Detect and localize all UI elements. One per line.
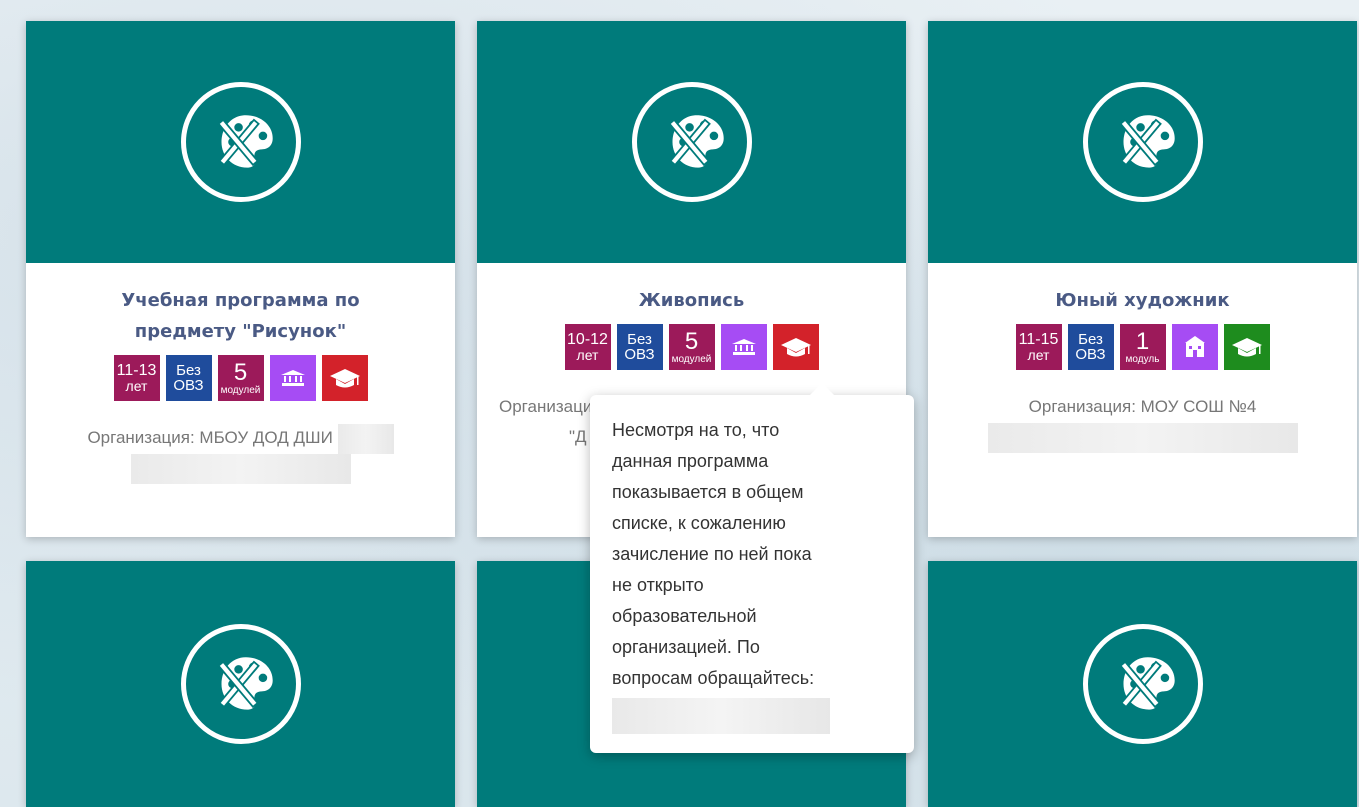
program-title[interactable]: Юный художник [948,285,1337,316]
tooltip-line: не открыто [612,575,704,595]
age-badge[interactable]: 11-13 лет [113,355,160,401]
tooltip-line: показывается в общем [612,482,804,502]
age-unit: лет [125,378,148,394]
age-range: 10-12 [567,331,608,348]
organization-line2: "Д [569,427,587,446]
ovz-line1: Без [176,362,201,379]
program-title-line: Живопись [638,290,745,311]
redacted-contact [612,698,830,734]
program-title[interactable]: Живопись [497,285,886,316]
ovz-badge[interactable]: Без ОВЗ [165,355,212,401]
institution-icon[interactable] [269,355,316,401]
program-card[interactable] [26,561,455,807]
organization-label: Организация: МБОУ ДОД ДШИ [87,428,333,447]
palette-brush-icon [631,82,752,202]
modules-label: модулей [671,353,712,365]
age-badge[interactable]: 11-15 лет [1015,324,1062,370]
modules-badge[interactable]: 1 модуль [1119,324,1166,370]
graduation-cap-icon[interactable] [1223,324,1270,370]
enrollment-closed-tooltip: Несмотря на то, что данная программа пок… [590,383,914,753]
organization-text: Организация: МОУ СОШ №4 [948,392,1337,453]
redacted-text [130,454,351,485]
ovz-line2: ОВЗ [1075,346,1106,363]
tooltip-line: зачисление по ней пока [612,544,812,564]
palette-brush-icon [1082,624,1203,744]
program-title-line: Юный художник [1055,290,1230,311]
tooltip-line: списке, к сожалению [612,513,786,533]
program-card[interactable]: Юный художник 11-15 лет Без ОВЗ 1 модуль [928,21,1357,537]
card-image[interactable] [26,561,455,807]
ovz-line1: Без [627,331,652,348]
badge-row: 11-15 лет Без ОВЗ 1 модуль [948,324,1337,370]
program-title-line: предмету "Рисунок" [134,321,347,342]
card-image[interactable] [928,21,1357,263]
ovz-badge[interactable]: Без ОВЗ [1067,324,1114,370]
organization-label: Организация [499,397,602,416]
card-image[interactable] [477,21,906,263]
age-unit: лет [576,347,599,363]
organization-label: Организация: МОУ СОШ №4 [1028,397,1257,416]
organization-text: Организация: МБОУ ДОД ДШИ [46,423,435,485]
badge-row: 11-13 лет Без ОВЗ 5 модулей [46,355,435,401]
program-card[interactable] [928,561,1357,807]
tooltip-line: данная программа [612,451,769,471]
program-card[interactable]: Учебная программа по предмету "Рисунок" … [26,21,455,537]
redacted-text [987,422,1298,453]
palette-brush-icon [180,624,301,744]
modules-count: 5 [233,358,248,386]
modules-badge[interactable]: 5 модулей [668,324,715,370]
redacted-text [337,423,394,454]
ovz-line2: ОВЗ [624,346,655,363]
card-image[interactable] [26,21,455,263]
program-title[interactable]: Учебная программа по предмету "Рисунок" [46,285,435,347]
modules-count: 1 [1135,327,1150,355]
tooltip-line: вопросам обращайтесь: [612,668,815,688]
tooltip-line: организацией. По [612,637,760,657]
tooltip-line: образовательной [612,606,757,626]
school-building-icon[interactable] [1171,324,1218,370]
institution-icon[interactable] [720,324,767,370]
modules-label: модулей [220,384,261,396]
program-title-line: Учебная программа по [121,290,360,311]
age-range: 11-13 [116,362,157,379]
card-image[interactable] [928,561,1357,807]
graduation-cap-icon[interactable] [321,355,368,401]
age-range: 11-15 [1018,331,1059,348]
ovz-badge[interactable]: Без ОВЗ [616,324,663,370]
ovz-line2: ОВЗ [173,377,204,394]
palette-brush-icon [1082,82,1203,202]
ovz-line1: Без [1078,331,1103,348]
badge-row: 10-12 лет Без ОВЗ 5 модулей [497,324,886,370]
graduation-cap-icon[interactable] [772,324,819,370]
age-badge[interactable]: 10-12 лет [564,324,611,370]
palette-brush-icon [180,82,301,202]
age-unit: лет [1027,347,1050,363]
modules-count: 5 [684,327,699,355]
modules-badge[interactable]: 5 модулей [217,355,264,401]
tooltip-line: Несмотря на то, что [612,420,780,440]
modules-label: модуль [1125,353,1160,365]
